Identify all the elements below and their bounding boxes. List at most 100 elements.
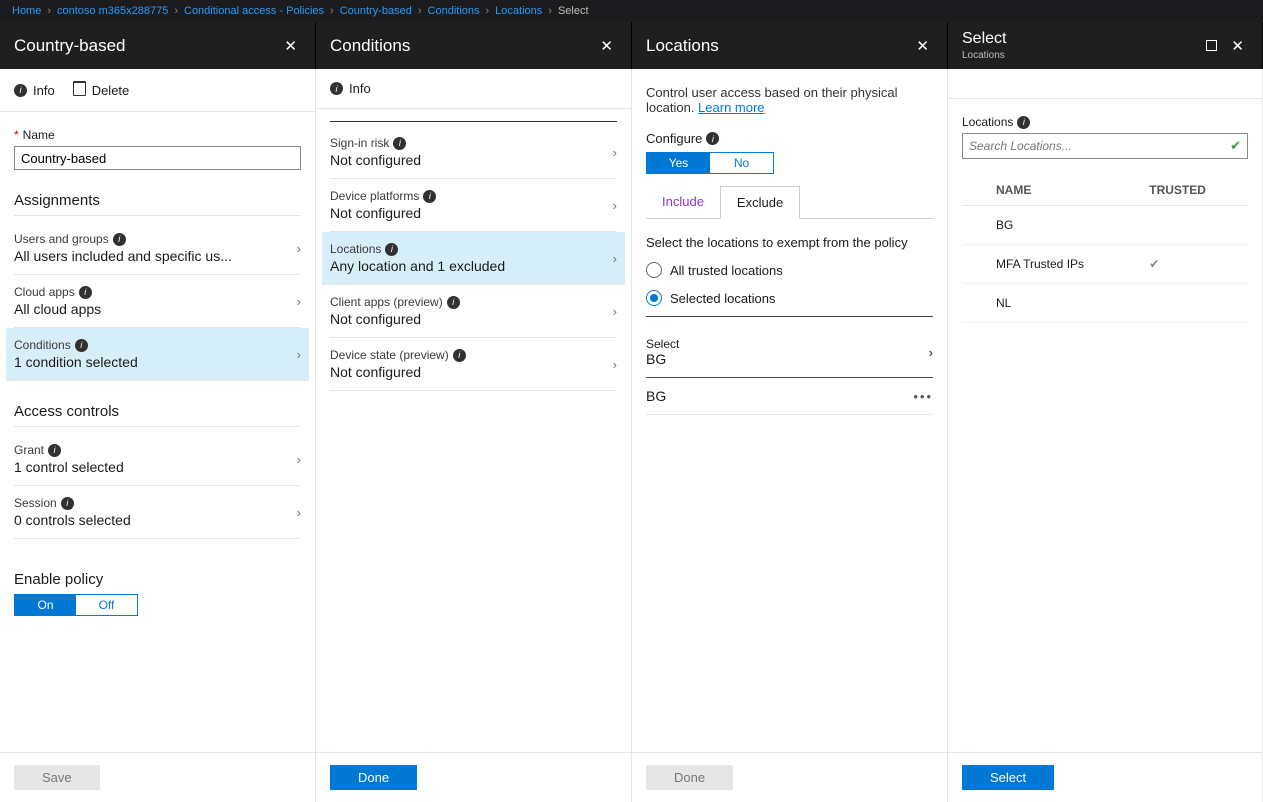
select-label: Select — [646, 337, 679, 351]
location-row[interactable]: NL — [962, 284, 1248, 323]
more-icon[interactable]: ••• — [913, 389, 933, 404]
radio-label: Selected locations — [670, 291, 776, 306]
name-label: Name — [23, 128, 55, 142]
info-icon: i — [1017, 116, 1030, 129]
done-button[interactable]: Done — [330, 765, 417, 790]
row-title: Session — [14, 496, 57, 510]
delete-label: Delete — [92, 83, 130, 98]
configure-no[interactable]: No — [710, 153, 773, 173]
blade4-maximize-icon[interactable] — [1206, 40, 1217, 51]
configure-yes[interactable]: Yes — [647, 153, 710, 173]
chevron-right-icon: › — [613, 304, 617, 319]
info-icon: i — [75, 339, 88, 352]
list-item[interactable]: Sign-in risk i Not configured › — [330, 126, 617, 179]
chevron-right-icon: › — [297, 347, 301, 362]
info-icon: i — [61, 497, 74, 510]
exclude-instruction: Select the locations to exempt from the … — [646, 235, 933, 250]
check-icon: ✔ — [1230, 138, 1241, 154]
row-title: Grant — [14, 443, 44, 457]
crumb-policy[interactable]: Country-based — [340, 5, 412, 17]
info-icon: i — [423, 190, 436, 203]
info-icon: i — [48, 444, 61, 457]
list-item[interactable]: Session i 0 controls selected › — [14, 486, 301, 539]
learn-more-link[interactable]: Learn more — [698, 100, 764, 115]
select-location-row[interactable]: Select BG › — [646, 327, 933, 378]
blade1-close-icon[interactable]: ✕ — [280, 37, 301, 55]
tab-exclude[interactable]: Exclude — [720, 186, 800, 219]
radio-all-trusted[interactable]: All trusted locations — [646, 262, 933, 278]
radio-selected-locations[interactable]: Selected locations — [646, 290, 933, 306]
chevron-right-icon: › — [297, 505, 301, 520]
crumb-policies[interactable]: Conditional access - Policies — [184, 5, 324, 17]
location-name: BG — [986, 206, 1139, 245]
info-icon: i — [453, 349, 466, 362]
list-item[interactable]: Cloud apps i All cloud apps › — [14, 275, 301, 328]
crumb-home[interactable]: Home — [12, 5, 41, 17]
chevron-right-icon: › — [613, 145, 617, 160]
row-title: Locations — [330, 242, 381, 256]
blade4-subtitle: Locations — [962, 50, 1206, 61]
location-trusted: ✔ — [1139, 245, 1248, 284]
chevron-right-icon: › — [297, 294, 301, 309]
row-value: Not configured — [330, 364, 466, 380]
list-item[interactable]: Client apps (preview) i Not configured › — [330, 285, 617, 338]
crumb-conditions[interactable]: Conditions — [428, 5, 480, 17]
radio-icon — [646, 262, 662, 278]
row-title: Sign-in risk — [330, 136, 389, 150]
breadcrumb: Home› contoso m365x288775› Conditional a… — [0, 0, 1263, 22]
delete-button[interactable]: Delete — [73, 81, 130, 99]
toggle-off[interactable]: Off — [76, 595, 137, 615]
enable-policy-toggle[interactable]: On Off — [14, 594, 138, 616]
location-row[interactable]: BG — [962, 206, 1248, 245]
list-item[interactable]: Users and groups i All users included an… — [14, 222, 301, 275]
row-title: Cloud apps — [14, 285, 75, 299]
list-item[interactable]: Conditions i 1 condition selected › — [6, 328, 309, 381]
location-trusted — [1139, 206, 1248, 245]
col-trusted: TRUSTED — [1139, 175, 1248, 206]
save-button[interactable]: Save — [14, 765, 100, 790]
radio-label: All trusted locations — [670, 263, 783, 278]
blade4-close-icon[interactable]: ✕ — [1227, 37, 1248, 55]
info-button[interactable]: i Info — [330, 81, 371, 96]
crumb-current: Select — [558, 5, 589, 17]
blade1-title: Country-based — [14, 36, 280, 56]
location-row[interactable]: MFA Trusted IPs ✔ — [962, 245, 1248, 284]
done-button[interactable]: Done — [646, 765, 733, 790]
blade4-title: Select — [962, 30, 1206, 48]
toggle-on[interactable]: On — [15, 595, 76, 615]
blade-select: Locations i ✔ NAME TRUSTED BG M — [948, 69, 1263, 802]
enable-policy-label: Enable policy — [14, 571, 301, 588]
search-locations[interactable]: ✔ — [962, 133, 1248, 159]
row-value: 1 condition selected — [14, 354, 138, 370]
policy-name-input[interactable] — [14, 146, 301, 170]
search-input[interactable] — [969, 139, 1230, 153]
chevron-right-icon: › — [929, 345, 933, 360]
blade2-close-icon[interactable]: ✕ — [596, 37, 617, 55]
row-value: All cloud apps — [14, 301, 101, 317]
access-controls-heading: Access controls — [14, 403, 301, 427]
info-icon: i — [447, 296, 460, 309]
chevron-right-icon: › — [613, 251, 617, 266]
list-item[interactable]: Device platforms i Not configured › — [330, 179, 617, 232]
info-icon: i — [79, 286, 92, 299]
configure-toggle[interactable]: Yes No — [646, 152, 774, 174]
tab-include[interactable]: Include — [646, 186, 720, 218]
select-button[interactable]: Select — [962, 765, 1054, 790]
locations-label: Locations — [962, 115, 1013, 129]
info-button[interactable]: i Info — [14, 83, 55, 98]
blade-country-based: i Info Delete *Name Assignments Users an… — [0, 69, 316, 802]
info-icon: i — [393, 137, 406, 150]
row-title: Users and groups — [14, 232, 109, 246]
chevron-right-icon: › — [613, 357, 617, 372]
crumb-tenant[interactable]: contoso m365x288775 — [57, 5, 168, 17]
chevron-right-icon: › — [297, 241, 301, 256]
row-value: Not configured — [330, 205, 436, 221]
list-item[interactable]: Device state (preview) i Not configured … — [330, 338, 617, 391]
info-icon: i — [330, 82, 343, 95]
list-item[interactable]: Grant i 1 control selected › — [14, 433, 301, 486]
blade3-close-icon[interactable]: ✕ — [912, 37, 933, 55]
row-value: Any location and 1 excluded — [330, 258, 505, 274]
crumb-locations[interactable]: Locations — [495, 5, 542, 17]
info-icon: i — [113, 233, 126, 246]
list-item[interactable]: Locations i Any location and 1 excluded … — [322, 232, 625, 285]
